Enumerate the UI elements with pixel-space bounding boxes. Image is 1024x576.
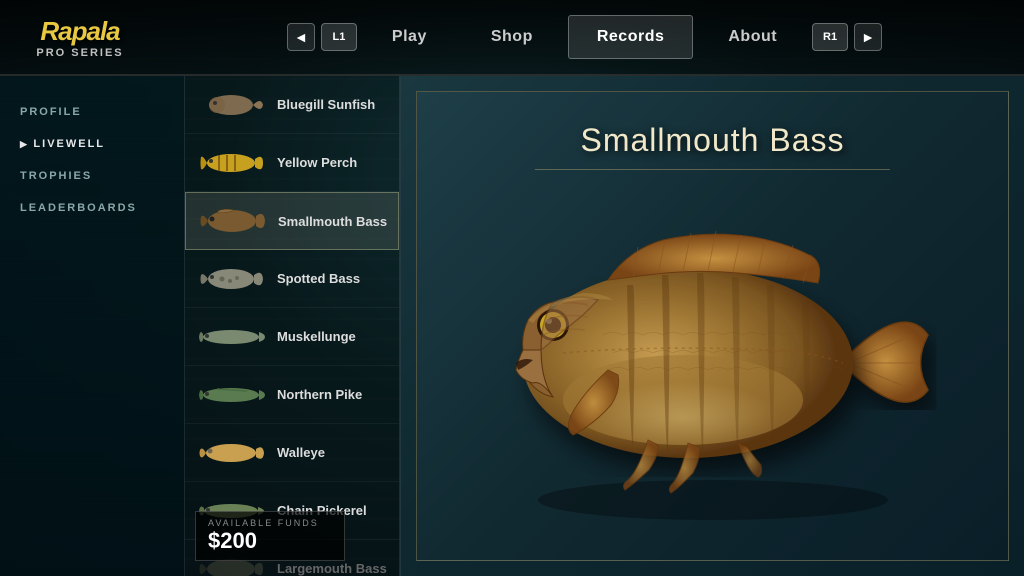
logo-proseries: Pro Series	[36, 47, 123, 59]
nav-right-bumper[interactable]: R1	[812, 23, 848, 51]
fish-thumbnail	[196, 201, 268, 241]
fish-name: Smallmouth Bass	[278, 214, 387, 229]
fish-name: Northern Pike	[277, 387, 362, 402]
list-item[interactable]: Northern Pike	[185, 366, 399, 424]
fish-thumbnail	[195, 143, 267, 183]
list-item[interactable]: Walleye	[185, 424, 399, 482]
list-item[interactable]: Spotted Bass	[185, 250, 399, 308]
fish-display-area	[417, 170, 1008, 560]
tab-play[interactable]: Play	[363, 15, 456, 59]
sidebar-item-profile[interactable]: Profile	[0, 96, 184, 128]
funds-box: Available Funds $200	[195, 511, 345, 561]
selected-fish-name: Smallmouth Bass	[581, 122, 845, 159]
fish-name: Walleye	[277, 445, 325, 460]
fish-name: Yellow Perch	[277, 155, 357, 170]
list-item[interactable]: Yellow Perch	[185, 134, 399, 192]
tab-shop[interactable]: Shop	[462, 15, 562, 59]
nav-right-arrow[interactable]: ►	[854, 23, 882, 51]
funds-amount: $200	[208, 528, 332, 554]
list-item[interactable]: Smallmouth Bass	[185, 192, 399, 250]
tab-records[interactable]: Records	[568, 15, 694, 59]
fish-thumbnail	[195, 375, 267, 415]
logo-rapala: Rapala	[40, 16, 119, 47]
fish-name: Spotted Bass	[277, 271, 360, 286]
sidebar-item-leaderboards[interactable]: Leaderboards	[0, 192, 184, 224]
top-nav: Rapala Pro Series ◄ L1 Play Shop Records…	[0, 0, 1024, 76]
sidebar-item-trophies[interactable]: Trophies	[0, 160, 184, 192]
sidebar-item-livewell[interactable]: Livewell	[0, 128, 184, 160]
fish-name: Bluegill Sunfish	[277, 97, 375, 112]
logo: Rapala Pro Series	[15, 7, 145, 67]
main-display: Smallmouth Bass	[400, 76, 1024, 576]
fish-detail-panel: Smallmouth Bass	[416, 91, 1009, 561]
nav-center: ◄ L1 Play Shop Records About R1 ►	[145, 15, 1024, 59]
fish-thumbnail	[195, 433, 267, 473]
fish-name: Largemouth Bass	[277, 561, 387, 576]
funds-label: Available Funds	[208, 518, 332, 528]
fish-thumbnail	[195, 85, 267, 125]
nav-left-bumper[interactable]: L1	[321, 23, 357, 51]
fish-name: Muskellunge	[277, 329, 356, 344]
list-item[interactable]: Muskellunge	[185, 308, 399, 366]
list-item[interactable]: Bluegill Sunfish	[185, 76, 399, 134]
fish-thumbnail	[195, 259, 267, 299]
sidebar: Profile Livewell Trophies Leaderboards	[0, 76, 185, 576]
fish-image	[453, 205, 973, 525]
fish-list: Bluegill Sunfish Yellow Perch	[185, 76, 400, 576]
tab-about[interactable]: About	[699, 15, 806, 59]
nav-left-arrow[interactable]: ◄	[287, 23, 315, 51]
fish-thumbnail	[195, 317, 267, 357]
